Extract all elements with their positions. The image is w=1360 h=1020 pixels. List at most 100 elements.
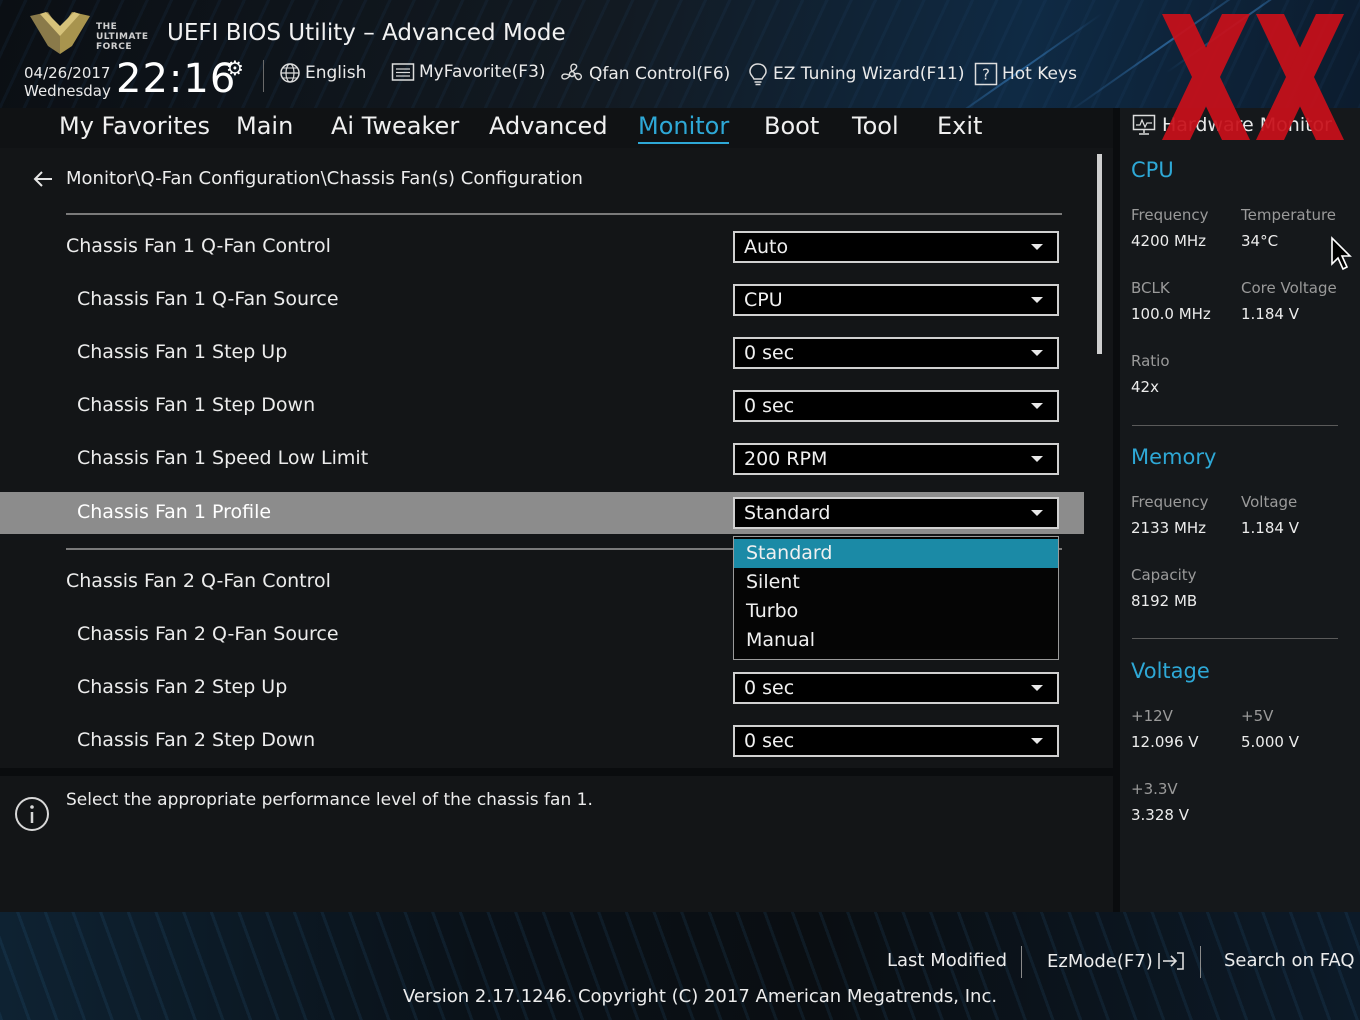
ezmode-label: EzMode(F7) xyxy=(1047,950,1153,972)
capacity-value: 8192 MB xyxy=(1131,592,1198,610)
setting-dropdown[interactable]: Standard xyxy=(733,497,1059,529)
ratio-value: 42x xyxy=(1131,378,1159,396)
setting-label: Chassis Fan 1 Q-Fan Control xyxy=(66,235,331,257)
setting-label: Chassis Fan 2 Step Down xyxy=(77,729,316,751)
setting-row-selected[interactable]: Chassis Fan 1 Profile Standard xyxy=(0,492,1084,534)
capacity-label: Capacity xyxy=(1131,566,1197,584)
breadcrumb: Monitor\Q-Fan Configuration\Chassis Fan(… xyxy=(32,168,583,189)
tab-advanced[interactable]: Advanced xyxy=(489,112,608,140)
setting-row[interactable]: Chassis Fan 2 Step Up 0 sec xyxy=(0,667,1084,709)
footer-separator xyxy=(1200,946,1201,978)
caret-down-icon xyxy=(1031,685,1043,691)
dropdown-option-standard[interactable]: Standard xyxy=(734,539,1058,568)
weekday-text: Wednesday xyxy=(24,82,111,100)
setting-row[interactable]: Chassis Fan 1 Step Down 0 sec xyxy=(0,385,1084,427)
ez-tuning-wizard-button[interactable]: EZ Tuning Wizard(F11) xyxy=(747,62,965,86)
dropdown-option-turbo[interactable]: Turbo xyxy=(734,597,1058,626)
setting-label: Chassis Fan 1 Step Up xyxy=(77,341,288,363)
setting-dropdown[interactable]: 0 sec xyxy=(733,725,1059,757)
cpu-frequency-label: Frequency xyxy=(1131,206,1209,224)
version-text: Version 2.17.1246. Copyright (C) 2017 Am… xyxy=(403,986,998,1007)
date-text: 04/26/2017 xyxy=(24,64,111,82)
cpu-temperature-value: 34°C xyxy=(1241,232,1279,250)
monitor-icon xyxy=(1132,114,1156,135)
setting-row[interactable]: Chassis Fan 2 Step Down 0 sec xyxy=(0,720,1084,762)
section-divider xyxy=(1132,425,1338,426)
svg-text:?: ? xyxy=(982,66,990,84)
caret-down-icon xyxy=(1031,510,1043,516)
setting-row[interactable]: Chassis Fan 1 Q-Fan Control Auto xyxy=(0,226,1084,268)
caret-down-icon xyxy=(1031,297,1043,303)
caret-down-icon xyxy=(1031,244,1043,250)
setting-dropdown[interactable]: CPU xyxy=(733,284,1059,316)
scrollbar[interactable] xyxy=(1097,154,1102,354)
dropdown-value: CPU xyxy=(744,289,783,311)
language-button[interactable]: English xyxy=(279,62,366,84)
date-display: 04/26/2017 Wednesday xyxy=(24,64,111,100)
app-title: UEFI BIOS Utility – Advanced Mode xyxy=(167,20,566,46)
fan-icon xyxy=(561,63,583,81)
memory-heading: Memory xyxy=(1131,445,1217,469)
qfan-control-button[interactable]: Qfan Control(F6) xyxy=(559,62,730,86)
clock-display: 22:16 xyxy=(116,56,237,102)
setting-dropdown[interactable]: Auto xyxy=(733,231,1059,263)
search-faq-button[interactable]: Search on FAQ xyxy=(1224,950,1355,971)
setting-row[interactable]: Chassis Fan 1 Q-Fan Source CPU xyxy=(0,279,1084,321)
dropdown-value: Auto xyxy=(744,236,789,258)
caret-down-icon xyxy=(1031,738,1043,744)
setting-row[interactable]: Chassis Fan 1 Speed Low Limit 200 RPM xyxy=(0,438,1084,480)
setting-label: Chassis Fan 1 Q-Fan Source xyxy=(77,288,339,310)
v12-value: 12.096 V xyxy=(1131,733,1199,751)
main-nav-tabs: My Favorites Main Ai Tweaker Advanced Mo… xyxy=(0,108,1113,148)
hot-keys-button[interactable]: ? Hot Keys xyxy=(974,62,1077,86)
caret-down-icon xyxy=(1031,350,1043,356)
header-separator xyxy=(263,60,264,92)
last-modified-label: Last Modified xyxy=(887,950,1008,971)
back-arrow-icon[interactable] xyxy=(32,170,54,188)
myfavorite-button[interactable]: MyFavorite(F3) xyxy=(391,62,546,82)
qfan-label: Qfan Control(F6) xyxy=(589,64,731,84)
tab-main[interactable]: Main xyxy=(236,112,293,140)
v5-label: +5V xyxy=(1241,707,1274,725)
setting-dropdown[interactable]: 200 RPM xyxy=(733,443,1059,475)
setting-dropdown[interactable]: 0 sec xyxy=(733,337,1059,369)
memory-frequency-value: 2133 MHz xyxy=(1131,519,1207,537)
dropdown-value: 0 sec xyxy=(744,395,795,417)
profile-dropdown-list: Standard Silent Turbo Manual xyxy=(733,536,1059,660)
tab-ai-tweaker[interactable]: Ai Tweaker xyxy=(331,112,459,140)
globe-icon xyxy=(280,63,300,83)
tab-exit[interactable]: Exit xyxy=(937,112,982,140)
tab-boot[interactable]: Boot xyxy=(764,112,819,140)
settings-gear-icon[interactable]: ⚙ xyxy=(226,56,244,80)
tab-my-favorites[interactable]: My Favorites xyxy=(59,112,210,140)
list-icon xyxy=(391,63,415,81)
tab-monitor[interactable]: Monitor xyxy=(638,112,730,144)
last-modified-button[interactable]: Last Modified xyxy=(887,950,1007,971)
setting-dropdown[interactable]: 0 sec xyxy=(733,390,1059,422)
dropdown-option-silent[interactable]: Silent xyxy=(734,568,1058,597)
setting-label: Chassis Fan 1 Step Down xyxy=(77,394,316,416)
v33-label: +3.3V xyxy=(1131,780,1178,798)
myfavorite-label: MyFavorite(F3) xyxy=(419,62,546,82)
setting-dropdown[interactable]: 0 sec xyxy=(733,672,1059,704)
header-bar: THE ULTIMATE FORCE UEFI BIOS Utility – A… xyxy=(0,0,1360,108)
info-icon xyxy=(15,797,49,831)
exit-arrow-icon xyxy=(1157,952,1184,970)
dropdown-value: 0 sec xyxy=(744,730,795,752)
dropdown-value: Standard xyxy=(744,502,831,524)
memory-voltage-label: Voltage xyxy=(1241,493,1298,511)
tab-tool[interactable]: Tool xyxy=(852,112,899,140)
setting-row[interactable]: Chassis Fan 1 Step Up 0 sec xyxy=(0,332,1084,374)
v12-label: +12V xyxy=(1131,707,1173,725)
language-label: English xyxy=(305,63,367,83)
help-panel: Select the appropriate performance level… xyxy=(0,776,1113,912)
cpu-heading: CPU xyxy=(1131,158,1174,182)
dropdown-option-manual[interactable]: Manual xyxy=(734,626,1058,655)
setting-label: Chassis Fan 2 Step Up xyxy=(77,676,288,698)
mouse-cursor-icon xyxy=(1331,236,1352,271)
ezmode-button[interactable]: EzMode(F7) xyxy=(1047,950,1187,972)
search-faq-label: Search on FAQ xyxy=(1224,950,1355,971)
memory-frequency-label: Frequency xyxy=(1131,493,1209,511)
setting-label: Chassis Fan 2 Q-Fan Source xyxy=(77,623,339,645)
caret-down-icon xyxy=(1031,456,1043,462)
